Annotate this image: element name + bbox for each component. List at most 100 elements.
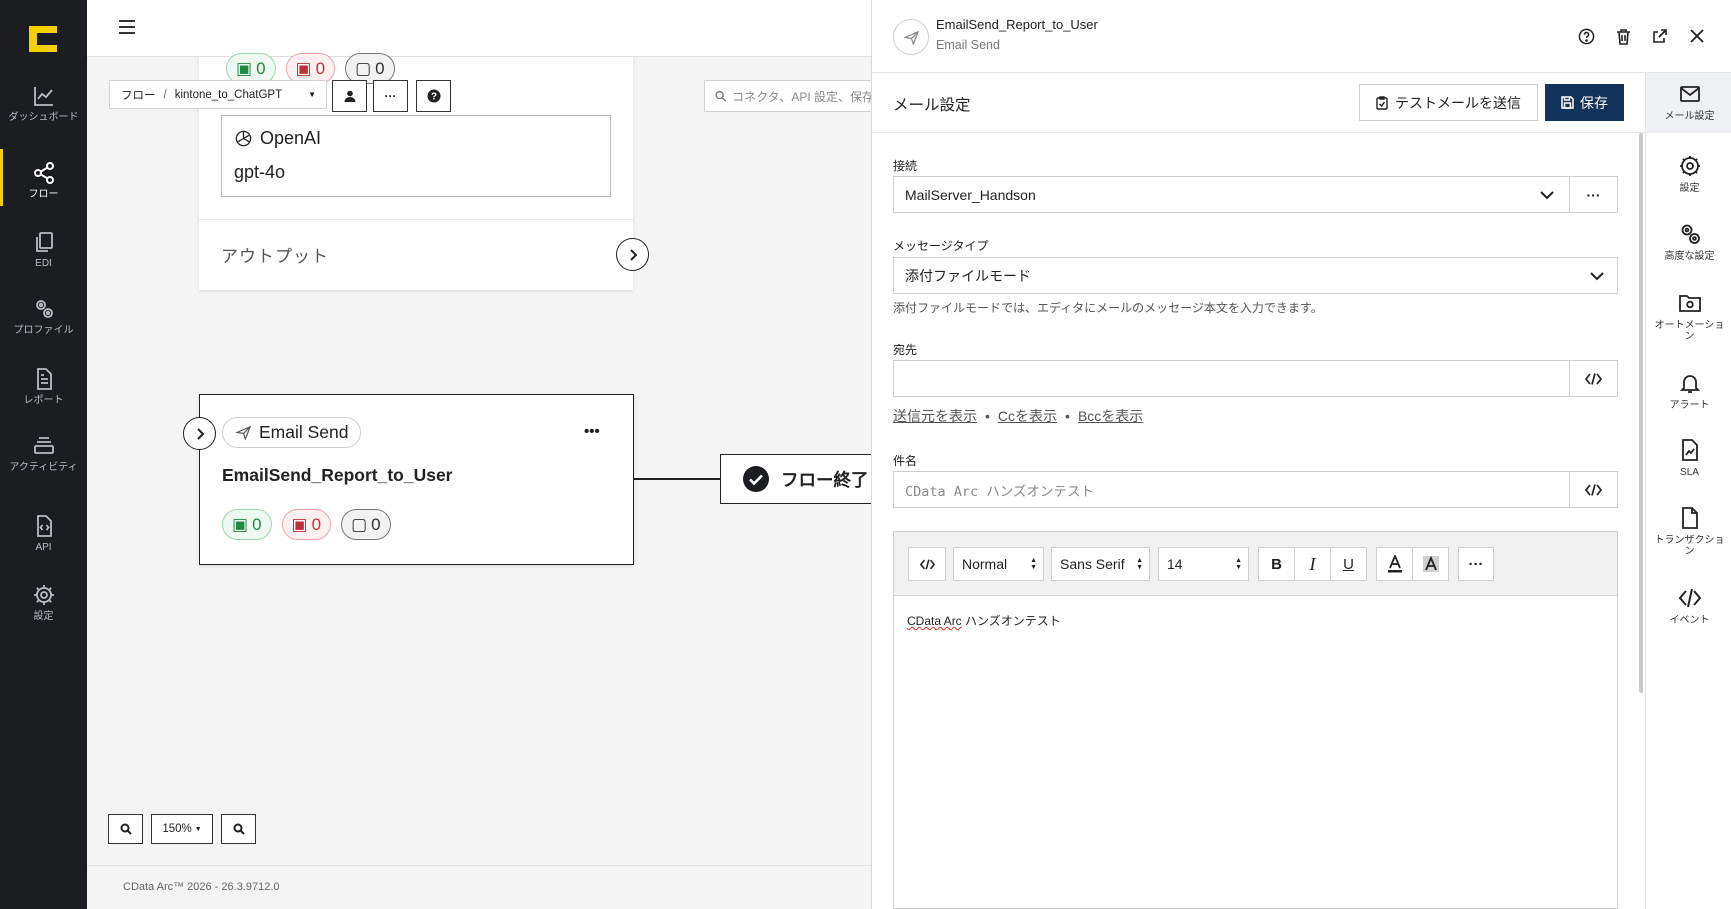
open-external-button[interactable] bbox=[1650, 26, 1670, 46]
footer-divider bbox=[87, 865, 871, 866]
tab-automation[interactable]: オートメーション bbox=[1646, 291, 1731, 342]
node-type-label: Email Send bbox=[259, 422, 349, 442]
zoom-out-button[interactable] bbox=[221, 814, 256, 844]
text-color-button[interactable] bbox=[1376, 547, 1413, 581]
badge-count: 0 bbox=[311, 514, 322, 534]
zoom-out-icon bbox=[233, 823, 245, 835]
style-value: Normal bbox=[962, 556, 1008, 572]
bell-icon bbox=[1679, 375, 1700, 393]
zoom-in-icon bbox=[120, 823, 132, 835]
gears-icon bbox=[1681, 224, 1700, 244]
source-code-button[interactable] bbox=[908, 547, 946, 581]
input-connector-button[interactable] bbox=[183, 417, 216, 450]
nav-item-report[interactable]: レポート bbox=[0, 367, 87, 406]
link-separator: • bbox=[1065, 408, 1070, 424]
to-script-button[interactable] bbox=[1569, 361, 1617, 396]
paper-plane-icon bbox=[236, 425, 251, 440]
error-count-badge[interactable]: ▣ 0 bbox=[281, 509, 332, 540]
tab-mail-settings[interactable]: メール設定 bbox=[1646, 73, 1731, 133]
breadcrumb-root[interactable]: フロー bbox=[121, 87, 156, 103]
text-color-icon bbox=[1387, 555, 1402, 573]
show-cc-link[interactable]: Ccを表示 bbox=[998, 406, 1057, 426]
highlight-color-icon bbox=[1422, 555, 1439, 572]
transaction-document-icon bbox=[1681, 507, 1698, 529]
tab-advanced-settings[interactable]: 高度な設定 bbox=[1646, 222, 1731, 262]
to-input[interactable] bbox=[893, 360, 1618, 397]
nav-label: アクティビティ bbox=[9, 462, 78, 473]
flow-canvas[interactable]: ▣ 0 ▣ 0 ▢ 0 OpenAI gpt-4o アウトプット フロー / kint… bbox=[87, 0, 874, 909]
font-size-select[interactable]: 14 ▲ ▼ bbox=[1158, 547, 1249, 581]
to-label: 宛先 bbox=[893, 343, 918, 357]
nav-item-dashboard[interactable]: ダッシュボード bbox=[0, 84, 87, 123]
tab-label: 高度な設定 bbox=[1664, 251, 1715, 262]
nav-item-flow[interactable]: フロー bbox=[0, 149, 87, 206]
font-family-select[interactable]: Sans Serif ▲ ▼ bbox=[1051, 547, 1150, 581]
nav-label: レポート bbox=[23, 395, 64, 406]
more-tools-button[interactable]: ··· bbox=[1458, 547, 1494, 581]
caret-down-icon[interactable]: ▼ bbox=[308, 90, 316, 99]
file-check-icon: ▣ bbox=[232, 514, 249, 534]
question-circle-icon: ? bbox=[427, 89, 440, 103]
show-from-link[interactable]: 送信元を表示 bbox=[893, 406, 977, 426]
tab-alerts[interactable]: アラート bbox=[1646, 371, 1731, 411]
flow-end-node[interactable]: フロー終了 bbox=[720, 454, 871, 504]
panel-scrollbar[interactable] bbox=[1639, 133, 1643, 693]
zoom-level: 150% bbox=[162, 823, 192, 835]
pending-count-badge[interactable]: ▢ 0 bbox=[341, 509, 391, 540]
breadcrumb-flow-name[interactable]: kintone_to_ChatGPT bbox=[175, 89, 282, 101]
italic-button[interactable]: I bbox=[1294, 547, 1331, 581]
close-button[interactable] bbox=[1687, 26, 1707, 46]
api-document-icon bbox=[36, 515, 52, 537]
canvas-search-input[interactable]: コネクタ、API 設定、保存 bbox=[704, 80, 874, 112]
nav-item-activity[interactable]: アクティビティ bbox=[0, 434, 87, 473]
breadcrumb-separator: / bbox=[163, 88, 167, 101]
save-button[interactable]: 保存 bbox=[1545, 84, 1624, 121]
connection-select[interactable]: MailServer_Handson ··· bbox=[893, 176, 1618, 213]
message-type-select[interactable]: 添付ファイルモード bbox=[893, 257, 1618, 294]
connection-more-button[interactable]: ··· bbox=[1569, 177, 1617, 212]
chevron-right-icon bbox=[196, 427, 204, 440]
tab-sla[interactable]: SLA bbox=[1646, 438, 1731, 478]
help-button[interactable]: ? bbox=[416, 80, 451, 112]
message-body-editor[interactable]: Normal ▲ ▼ Sans Serif ▲ ▼ 14 ▲ ▼ B I U ·… bbox=[893, 531, 1618, 909]
tab-settings[interactable]: 設定 bbox=[1646, 154, 1731, 194]
settings-tabs: メール設定 設定 高度な設定 オートメーション アラート SLA トランザクショ… bbox=[1645, 73, 1731, 909]
zoom-in-button[interactable] bbox=[108, 814, 143, 844]
cdata-logo-icon[interactable] bbox=[29, 26, 57, 52]
nav-label: 設定 bbox=[33, 611, 54, 622]
breadcrumb[interactable]: フロー / kintone_to_ChatGPT ▼ bbox=[109, 80, 327, 109]
user-button[interactable] bbox=[332, 80, 367, 112]
subject-script-button[interactable] bbox=[1569, 472, 1617, 507]
file-check-icon: ▣ bbox=[236, 58, 253, 78]
paragraph-style-select[interactable]: Normal ▲ ▼ bbox=[953, 547, 1044, 581]
version-text: CData Arc™ 2026 - 26.3.9712.0 bbox=[123, 881, 280, 893]
chart-line-icon bbox=[33, 87, 53, 106]
output-connector-button[interactable] bbox=[616, 238, 649, 271]
underline-button[interactable]: U bbox=[1330, 547, 1367, 581]
output-label: アウトプット bbox=[221, 247, 329, 266]
help-button[interactable] bbox=[1576, 26, 1596, 46]
more-options-button[interactable]: ··· bbox=[373, 80, 408, 112]
background-color-button[interactable] bbox=[1412, 547, 1449, 581]
tab-label: SLA bbox=[1680, 467, 1699, 478]
nav-item-edi[interactable]: EDI bbox=[0, 230, 87, 269]
nav-item-api[interactable]: API bbox=[0, 514, 87, 553]
delete-button[interactable] bbox=[1613, 26, 1633, 46]
size-value: 14 bbox=[1167, 556, 1183, 572]
success-count-badge[interactable]: ▣ 0 bbox=[222, 509, 272, 540]
node-more-button[interactable]: ••• bbox=[584, 423, 600, 440]
bold-button[interactable]: B bbox=[1258, 547, 1295, 581]
user-icon bbox=[344, 90, 355, 102]
nav-item-profile[interactable]: プロファイル bbox=[0, 297, 87, 336]
zoom-level-select[interactable]: 150% ▼ bbox=[151, 814, 213, 844]
tab-transactions[interactable]: トランザクション bbox=[1646, 506, 1731, 557]
subject-input[interactable]: CData Arc ハンズオンテスト bbox=[893, 471, 1618, 508]
hamburger-menu-icon[interactable] bbox=[119, 20, 135, 34]
tab-events[interactable]: イベント bbox=[1646, 586, 1731, 626]
send-test-email-button[interactable]: テストメールを送信 bbox=[1359, 84, 1538, 121]
file-error-icon: ▣ bbox=[295, 58, 312, 78]
nav-item-settings[interactable]: 設定 bbox=[0, 583, 87, 622]
show-bcc-link[interactable]: Bccを表示 bbox=[1078, 406, 1143, 426]
email-send-node-card[interactable]: Email Send ••• EmailSend_Report_to_User … bbox=[199, 394, 634, 565]
editor-content[interactable]: CData Arc ハンズオンテスト bbox=[907, 612, 1061, 629]
